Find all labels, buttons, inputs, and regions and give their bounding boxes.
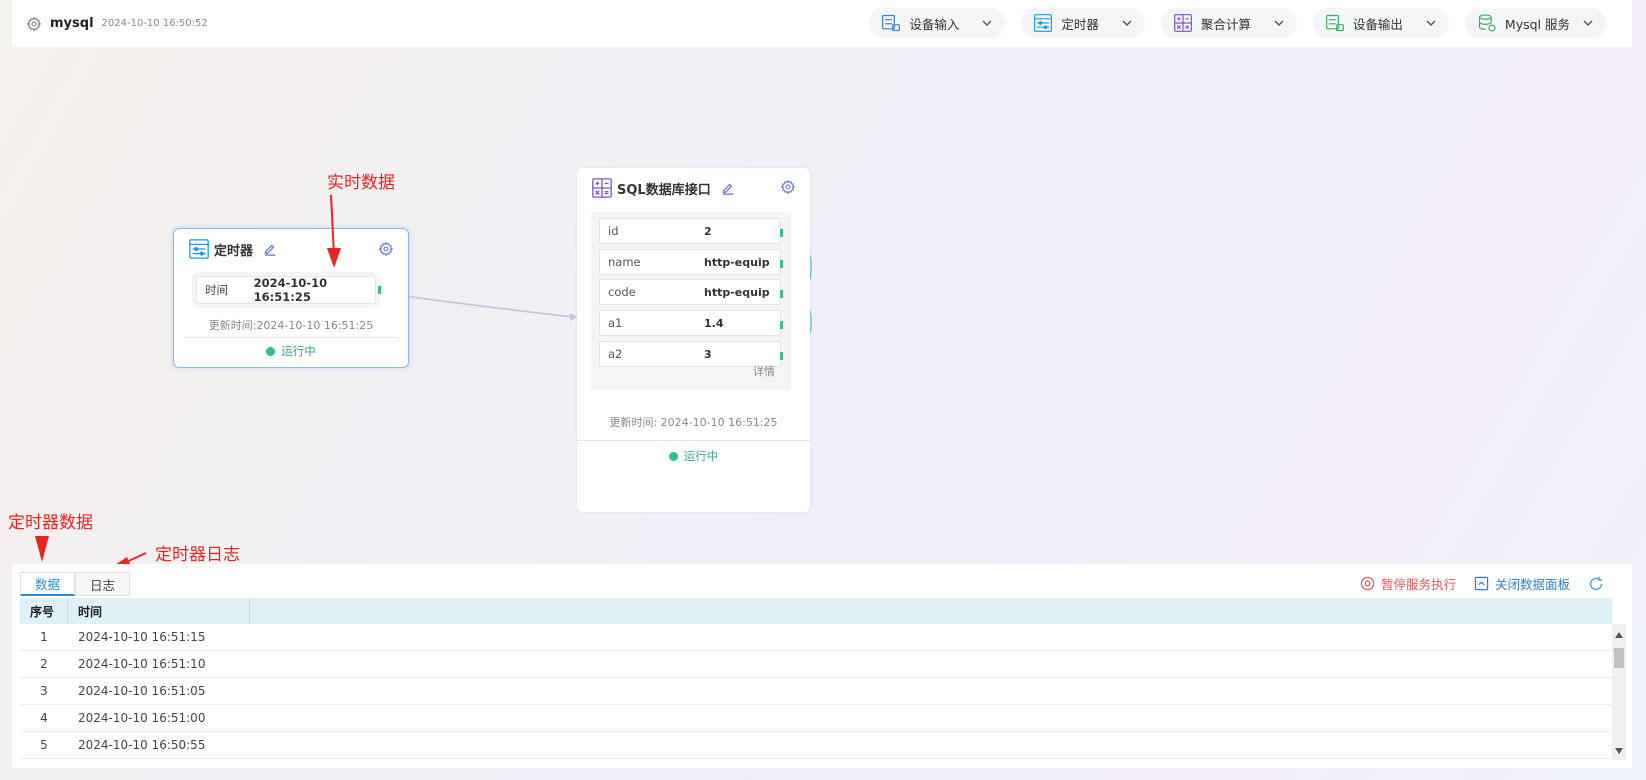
scroll-down-arrow[interactable] — [1615, 748, 1623, 754]
table-row[interactable]: 5 2024-10-10 16:50:55 — [20, 732, 1612, 759]
table-row[interactable]: 4 2024-10-10 16:51:00 — [20, 705, 1612, 732]
pause-circle-icon — [1360, 576, 1375, 591]
row-index: 2 — [40, 657, 48, 671]
column-header-index[interactable]: 序号 — [20, 598, 68, 624]
table-header: 序号 时间 — [20, 598, 1612, 624]
refresh-icon[interactable] — [1588, 576, 1604, 592]
collapse-panel-icon — [1474, 576, 1489, 591]
scroll-up-arrow[interactable] — [1615, 632, 1623, 638]
realtime-arrow-head — [327, 248, 341, 268]
data-panel-tabs: 数据 日志 — [20, 572, 131, 596]
row-index: 4 — [40, 711, 48, 725]
scroll-thumb[interactable] — [1614, 648, 1624, 668]
table-row[interactable]: 2 2024-10-10 16:51:10 — [20, 651, 1612, 678]
pause-service-label: 暂停服务执行 — [1380, 577, 1456, 592]
row-time: 2024-10-10 16:51:00 — [78, 711, 206, 725]
row-time: 2024-10-10 16:51:10 — [78, 657, 206, 671]
realtime-arrow — [330, 194, 335, 256]
data-panel: 数据 日志 暂停服务执行 关闭数据面板 序号 时间 1 2024-10-10 1… — [12, 564, 1632, 768]
data-table: 序号 时间 1 2024-10-10 16:51:15 2 2024-10-10… — [20, 598, 1626, 760]
table-scrollbar[interactable] — [1612, 624, 1626, 760]
data-panel-actions: 暂停服务执行 关闭数据面板 — [1360, 574, 1604, 593]
annotation-realtime-data: 实时数据 — [327, 173, 395, 193]
timer-data-arrow-head — [35, 536, 49, 562]
close-data-panel-label: 关闭数据面板 — [1494, 577, 1570, 592]
table-row[interactable]: 3 2024-10-10 16:51:05 — [20, 678, 1612, 705]
row-index: 5 — [40, 738, 48, 752]
workflow-page: mysql 2024-10-10 16:50:52 设备输入 定时器 聚合计算 … — [0, 0, 1646, 780]
row-time: 2024-10-10 16:51:05 — [78, 684, 206, 698]
annotation-timer-log: 定时器日志 — [155, 545, 240, 565]
row-time: 2024-10-10 16:50:55 — [78, 738, 206, 752]
table-body: 1 2024-10-10 16:51:15 2 2024-10-10 16:51… — [20, 624, 1612, 759]
tab-data[interactable]: 数据 — [20, 572, 76, 596]
pause-service-button[interactable]: 暂停服务执行 — [1360, 574, 1456, 593]
tab-log[interactable]: 日志 — [75, 572, 131, 596]
row-time: 2024-10-10 16:51:15 — [78, 630, 206, 644]
row-index: 1 — [40, 630, 48, 644]
close-data-panel-button[interactable]: 关闭数据面板 — [1474, 574, 1570, 593]
annotation-timer-data: 定时器数据 — [8, 513, 93, 533]
column-header-time[interactable]: 时间 — [68, 598, 250, 624]
row-index: 3 — [40, 684, 48, 698]
table-row[interactable]: 1 2024-10-10 16:51:15 — [20, 624, 1612, 651]
